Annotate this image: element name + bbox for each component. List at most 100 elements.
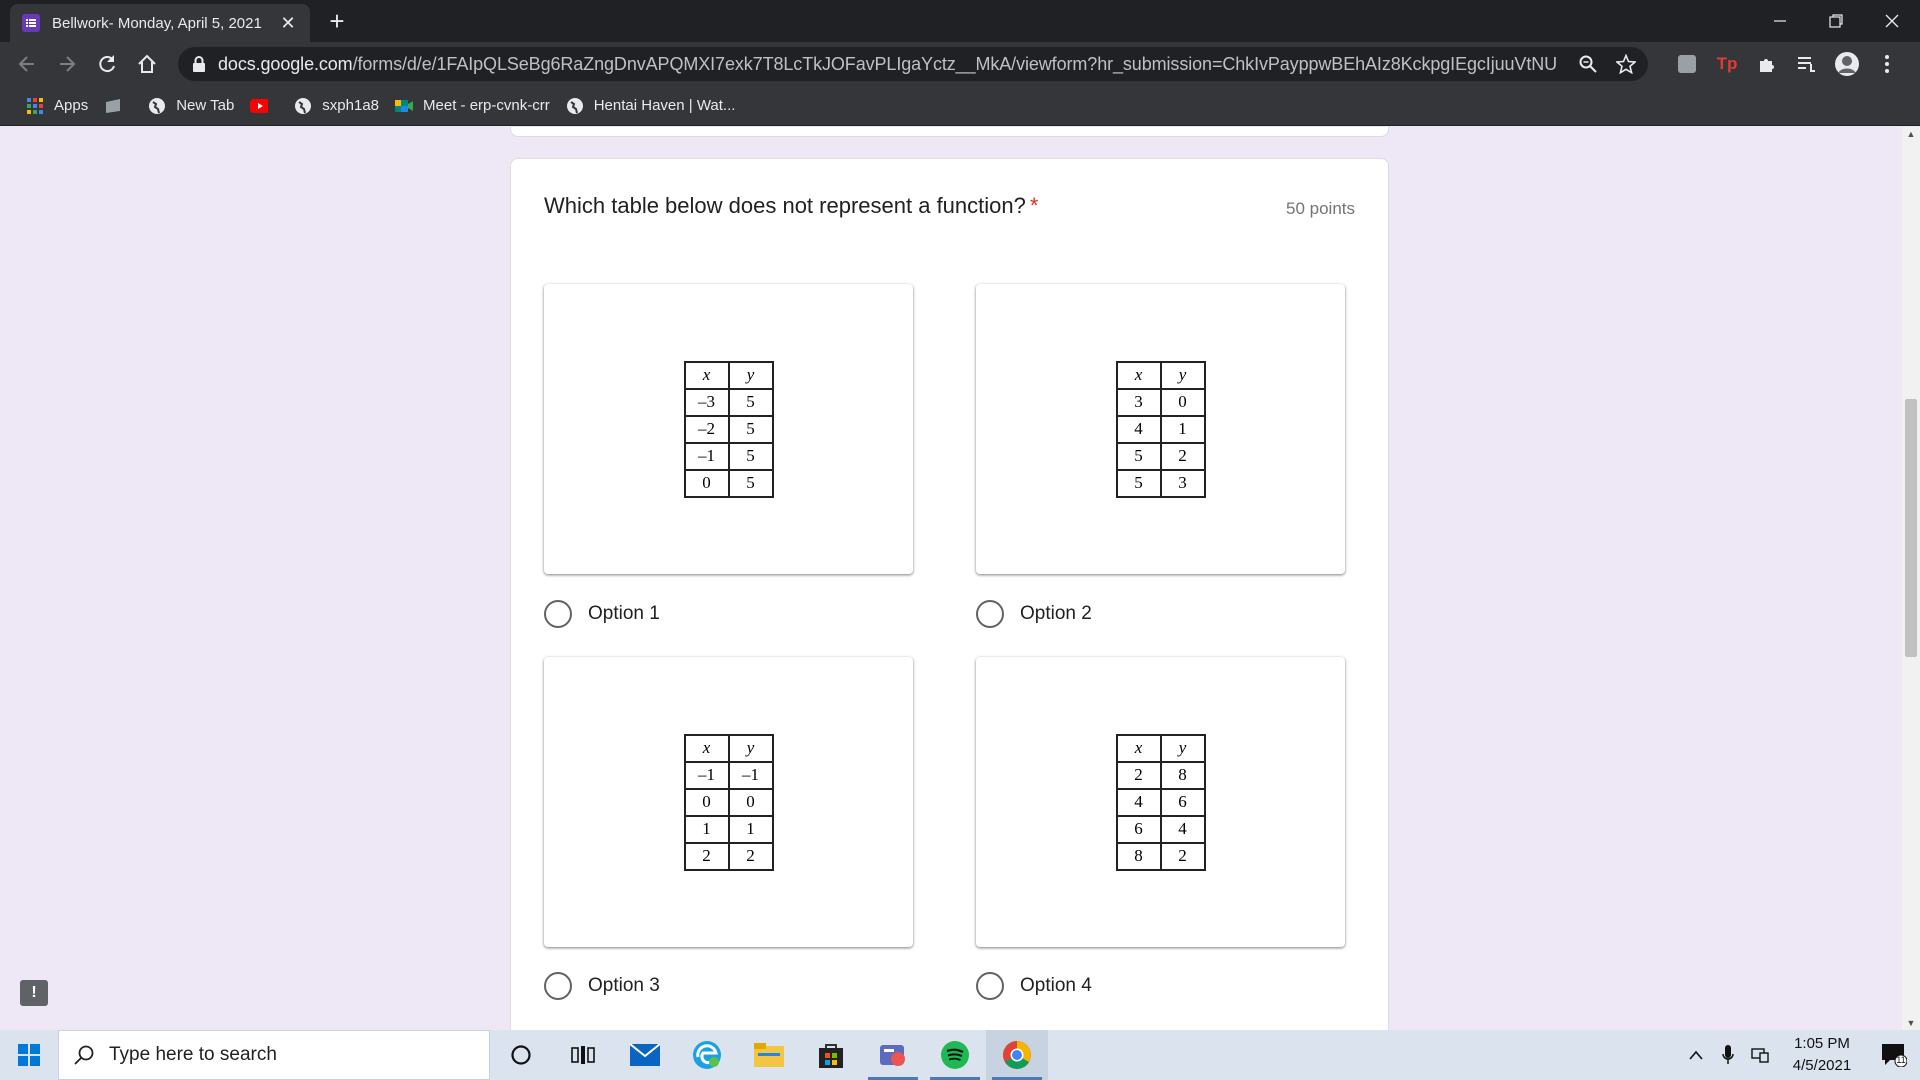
scroll-down-icon[interactable]: ▼: [1906, 1018, 1916, 1028]
menu-dots-icon[interactable]: [1872, 49, 1902, 79]
table-row: 53: [1115, 468, 1206, 498]
radio-button[interactable]: [544, 600, 572, 628]
table-cell: 0: [1159, 387, 1206, 417]
mail-icon[interactable]: [614, 1030, 676, 1080]
table-header-cell: y: [1159, 360, 1206, 390]
profile-avatar-icon[interactable]: [1832, 49, 1862, 79]
chrome-icon[interactable]: [986, 1030, 1048, 1080]
table-cell: 2: [1159, 441, 1206, 471]
radio-button[interactable]: [976, 972, 1004, 1000]
minimize-icon[interactable]: [1752, 0, 1808, 42]
edge-icon[interactable]: [676, 1030, 738, 1080]
bookmark-sxph1a8[interactable]: sxph1a8: [286, 91, 387, 121]
table-cell: 1: [727, 814, 774, 844]
windows-start-icon[interactable]: [0, 1030, 58, 1080]
chevron-up-icon[interactable]: [1680, 1030, 1712, 1080]
browser-toolbar: docs.google.com/forms/d/e/1FAIpQLSeBg6Ra…: [0, 42, 1920, 86]
table-cell: –1: [727, 760, 774, 790]
back-icon[interactable]: [12, 49, 42, 79]
table-cell: 2: [1115, 760, 1162, 790]
folder-icon: [104, 97, 122, 115]
action-center-icon[interactable]: 11: [1868, 1030, 1920, 1080]
lock-icon[interactable]: [192, 56, 206, 72]
table-cell: 2: [727, 841, 774, 871]
taskbar-search[interactable]: Type here to search: [58, 1030, 490, 1080]
bookmark-hentai-haven[interactable]: Hentai Haven | Wat...: [558, 91, 744, 121]
table-header-row: xy: [1115, 733, 1206, 763]
option-label: Option 1: [588, 603, 660, 624]
clock-time: 1:05 PM: [1794, 1035, 1850, 1052]
forward-icon[interactable]: [52, 49, 82, 79]
table-row: –1 –1: [683, 760, 774, 790]
extensions-puzzle-icon[interactable]: [1752, 49, 1782, 79]
bookmark-apps[interactable]: Apps: [18, 91, 96, 121]
store-icon[interactable]: [800, 1030, 862, 1080]
clock-date: 4/5/2021: [1792, 1057, 1852, 1074]
bookmark-star-icon[interactable]: [1614, 52, 1638, 76]
scroll-thumb[interactable]: [1905, 399, 1917, 657]
extension-icon-gray[interactable]: [1672, 49, 1702, 79]
bookmark-label: New Tab: [176, 97, 235, 114]
windows-taskbar: Type here to search 1:05 PM 4/5/2021 11: [0, 1030, 1920, 1080]
new-tab-icon[interactable]: +: [322, 7, 352, 37]
reload-icon[interactable]: [92, 49, 122, 79]
clock[interactable]: 1:05 PM 4/5/2021: [1776, 1033, 1868, 1077]
required-asterisk: *: [1029, 193, 1039, 218]
globe-icon: [294, 97, 312, 115]
reading-list-icon[interactable]: [1792, 49, 1822, 79]
game-app-icon[interactable]: [862, 1030, 924, 1080]
teacher-extension-icon[interactable]: Tp: [1712, 49, 1742, 79]
table-cell: 5: [727, 387, 774, 417]
table-row: 41: [1115, 414, 1206, 444]
task-view-icon[interactable]: [552, 1030, 614, 1080]
restore-icon[interactable]: [1808, 0, 1864, 42]
option-4-choice[interactable]: Option 4: [976, 972, 1092, 1000]
search-placeholder: Type here to search: [109, 1044, 277, 1065]
bookmark-folder[interactable]: [96, 91, 140, 121]
option-label: Option 3: [588, 975, 660, 996]
bookmark-new-tab[interactable]: New Tab: [140, 91, 242, 121]
address-bar[interactable]: docs.google.com/forms/d/e/1FAIpQLSeBg6Ra…: [178, 47, 1648, 81]
table-row: 00: [683, 787, 774, 817]
option-3-choice[interactable]: Option 3: [544, 972, 660, 1000]
table-cell: 5: [1115, 441, 1162, 471]
feedback-button[interactable]: !: [20, 980, 48, 1006]
page-scrollbar[interactable]: ▲ ▼: [1902, 127, 1920, 1030]
spotify-icon[interactable]: [924, 1030, 986, 1080]
microphone-icon[interactable]: [1712, 1030, 1744, 1080]
zoom-icon[interactable]: [1576, 52, 1600, 76]
file-explorer-icon[interactable]: [738, 1030, 800, 1080]
apps-grid-icon: [26, 97, 44, 115]
table-cell: 4: [1115, 787, 1162, 817]
option-2-image[interactable]: xy 30 41 52 53: [976, 284, 1345, 574]
scroll-up-icon[interactable]: ▲: [1906, 129, 1916, 139]
question-title: Which table below does not represent a f…: [544, 193, 1038, 219]
table-row: –2 5: [683, 414, 774, 444]
radio-button[interactable]: [976, 600, 1004, 628]
table-cell: –1: [683, 441, 730, 471]
table-cell: 2: [1159, 841, 1206, 871]
table-cell: –2: [683, 414, 730, 444]
cortana-icon[interactable]: [490, 1030, 552, 1080]
table-cell: 4: [1159, 814, 1206, 844]
option-4-image[interactable]: xy 28 46 64 82: [976, 657, 1345, 947]
table-header-row: xy: [683, 360, 774, 390]
bookmark-meet[interactable]: Meet - erp-cvnk-crr: [387, 91, 558, 121]
option-1-image[interactable]: xy –3 5 –2 5 –1 5 05: [544, 284, 913, 574]
option-2-choice[interactable]: Option 2: [976, 600, 1092, 628]
option-1-choice[interactable]: Option 1: [544, 600, 660, 628]
home-icon[interactable]: [132, 49, 162, 79]
tab-close-icon[interactable]: ✕: [278, 13, 298, 34]
browser-tab[interactable]: Bellwork- Monday, April 5, 2021 ✕: [10, 4, 310, 42]
table-header-cell: x: [683, 733, 730, 763]
radio-button[interactable]: [544, 972, 572, 1000]
page-viewport: Which table below does not represent a f…: [0, 127, 1902, 1030]
table-header-row: xy: [683, 733, 774, 763]
table-cell: 5: [727, 468, 774, 498]
search-icon: [74, 1045, 94, 1065]
close-window-icon[interactable]: [1864, 0, 1920, 42]
network-icon[interactable]: [1744, 1030, 1776, 1080]
option-3-image[interactable]: xy –1 –1 00 11 22: [544, 657, 913, 947]
bookmark-youtube[interactable]: [242, 91, 286, 121]
table-header-cell: x: [1115, 360, 1162, 390]
